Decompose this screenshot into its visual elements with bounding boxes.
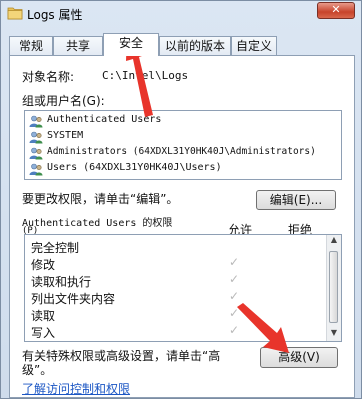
permission-name: 完全控制 — [31, 241, 80, 255]
allow-check-icon: ✓ — [229, 272, 240, 286]
title-bar[interactable]: Logs 属性 ✕ — [1, 1, 361, 27]
permission-name: 列出文件夹内容 — [31, 292, 116, 306]
tab-security[interactable]: 安全 — [103, 33, 159, 56]
users-icon — [29, 163, 43, 176]
tab-bar: 常规 共享 安全 以前的版本 自定义 — [9, 33, 355, 56]
permission-name: 读取 — [31, 309, 56, 323]
permission-name: 修改 — [31, 258, 56, 272]
scroll-down-icon[interactable]: ▼ — [327, 328, 341, 341]
tab-general[interactable]: 常规 — [9, 36, 53, 55]
permission-row: 列出文件夹内容 ✓ — [25, 289, 325, 306]
allow-check-icon: ✓ — [229, 306, 240, 320]
list-item[interactable]: Administrators (64XDXL31Y0HK40J\Administ… — [29, 146, 339, 161]
properties-window: Logs 属性 ✕ 常规 共享 安全 以前的版本 自定义 对象名称: C:\In… — [0, 0, 362, 399]
user-name: SYSTEM — [47, 130, 84, 141]
change-hint: 要更改权限，请单击“编辑”。 — [22, 192, 179, 206]
folder-icon — [7, 7, 23, 20]
permissions-title: Authenticated Users 的权限 — [22, 218, 173, 229]
users-icon — [29, 115, 43, 128]
permissions-list[interactable]: 完全控制 修改 ✓ 读取和执行 ✓ 列出文件夹内容 ✓ 读取 ✓ 写入 ✓ ▲ … — [24, 234, 342, 342]
window-title: Logs 属性 — [27, 8, 83, 22]
permissions-scrollbar[interactable]: ▲ ▼ — [326, 235, 341, 341]
permission-row: 读取和执行 ✓ — [25, 272, 325, 289]
user-list[interactable]: Authenticated Users SYSTEM Administrator… — [24, 110, 342, 180]
object-name-value: C:\Intel\Logs — [102, 69, 189, 82]
list-item[interactable]: Authenticated Users — [29, 114, 339, 129]
user-name: Administrators (64XDXL31Y0HK40J\Administ… — [47, 146, 316, 157]
list-item[interactable]: Users (64XDXL31Y0HK40J\Users) — [29, 162, 339, 177]
advanced-button[interactable]: 高级(V) — [260, 347, 338, 368]
edit-button[interactable]: 编辑(E)... — [256, 190, 336, 210]
learn-access-control-link[interactable]: 了解访问控制和权限 — [22, 380, 130, 397]
scroll-thumb[interactable] — [329, 251, 338, 323]
permission-row: 读取 ✓ — [25, 306, 325, 323]
user-name: Users (64XDXL31Y0HK40J\Users) — [47, 162, 222, 173]
user-name: Authenticated Users — [47, 114, 162, 125]
special-permissions-hint-2: 级”。 — [22, 363, 53, 377]
allow-check-icon: ✓ — [229, 323, 240, 337]
tab-previous-versions[interactable]: 以前的版本 — [159, 36, 231, 55]
object-name-label: 对象名称: — [22, 70, 75, 84]
permission-row: 完全控制 — [25, 239, 325, 255]
permission-row: 写入 ✓ — [25, 323, 325, 340]
group-label: 组或用户名(G): — [22, 94, 105, 108]
permission-row: 修改 ✓ — [25, 255, 325, 272]
tab-customize[interactable]: 自定义 — [231, 36, 277, 55]
close-button[interactable]: ✕ — [317, 2, 355, 19]
scroll-up-icon[interactable]: ▲ — [327, 235, 341, 248]
tab-sharing[interactable]: 共享 — [53, 36, 103, 55]
permission-name: 读取和执行 — [31, 275, 92, 289]
list-item[interactable]: SYSTEM — [29, 130, 339, 145]
permission-name: 写入 — [31, 326, 56, 340]
users-icon — [29, 131, 43, 144]
security-panel: 对象名称: C:\Intel\Logs 组或用户名(G): Authentica… — [9, 55, 355, 398]
allow-check-icon: ✓ — [229, 289, 240, 303]
allow-check-icon: ✓ — [229, 255, 240, 269]
users-icon — [29, 147, 43, 160]
